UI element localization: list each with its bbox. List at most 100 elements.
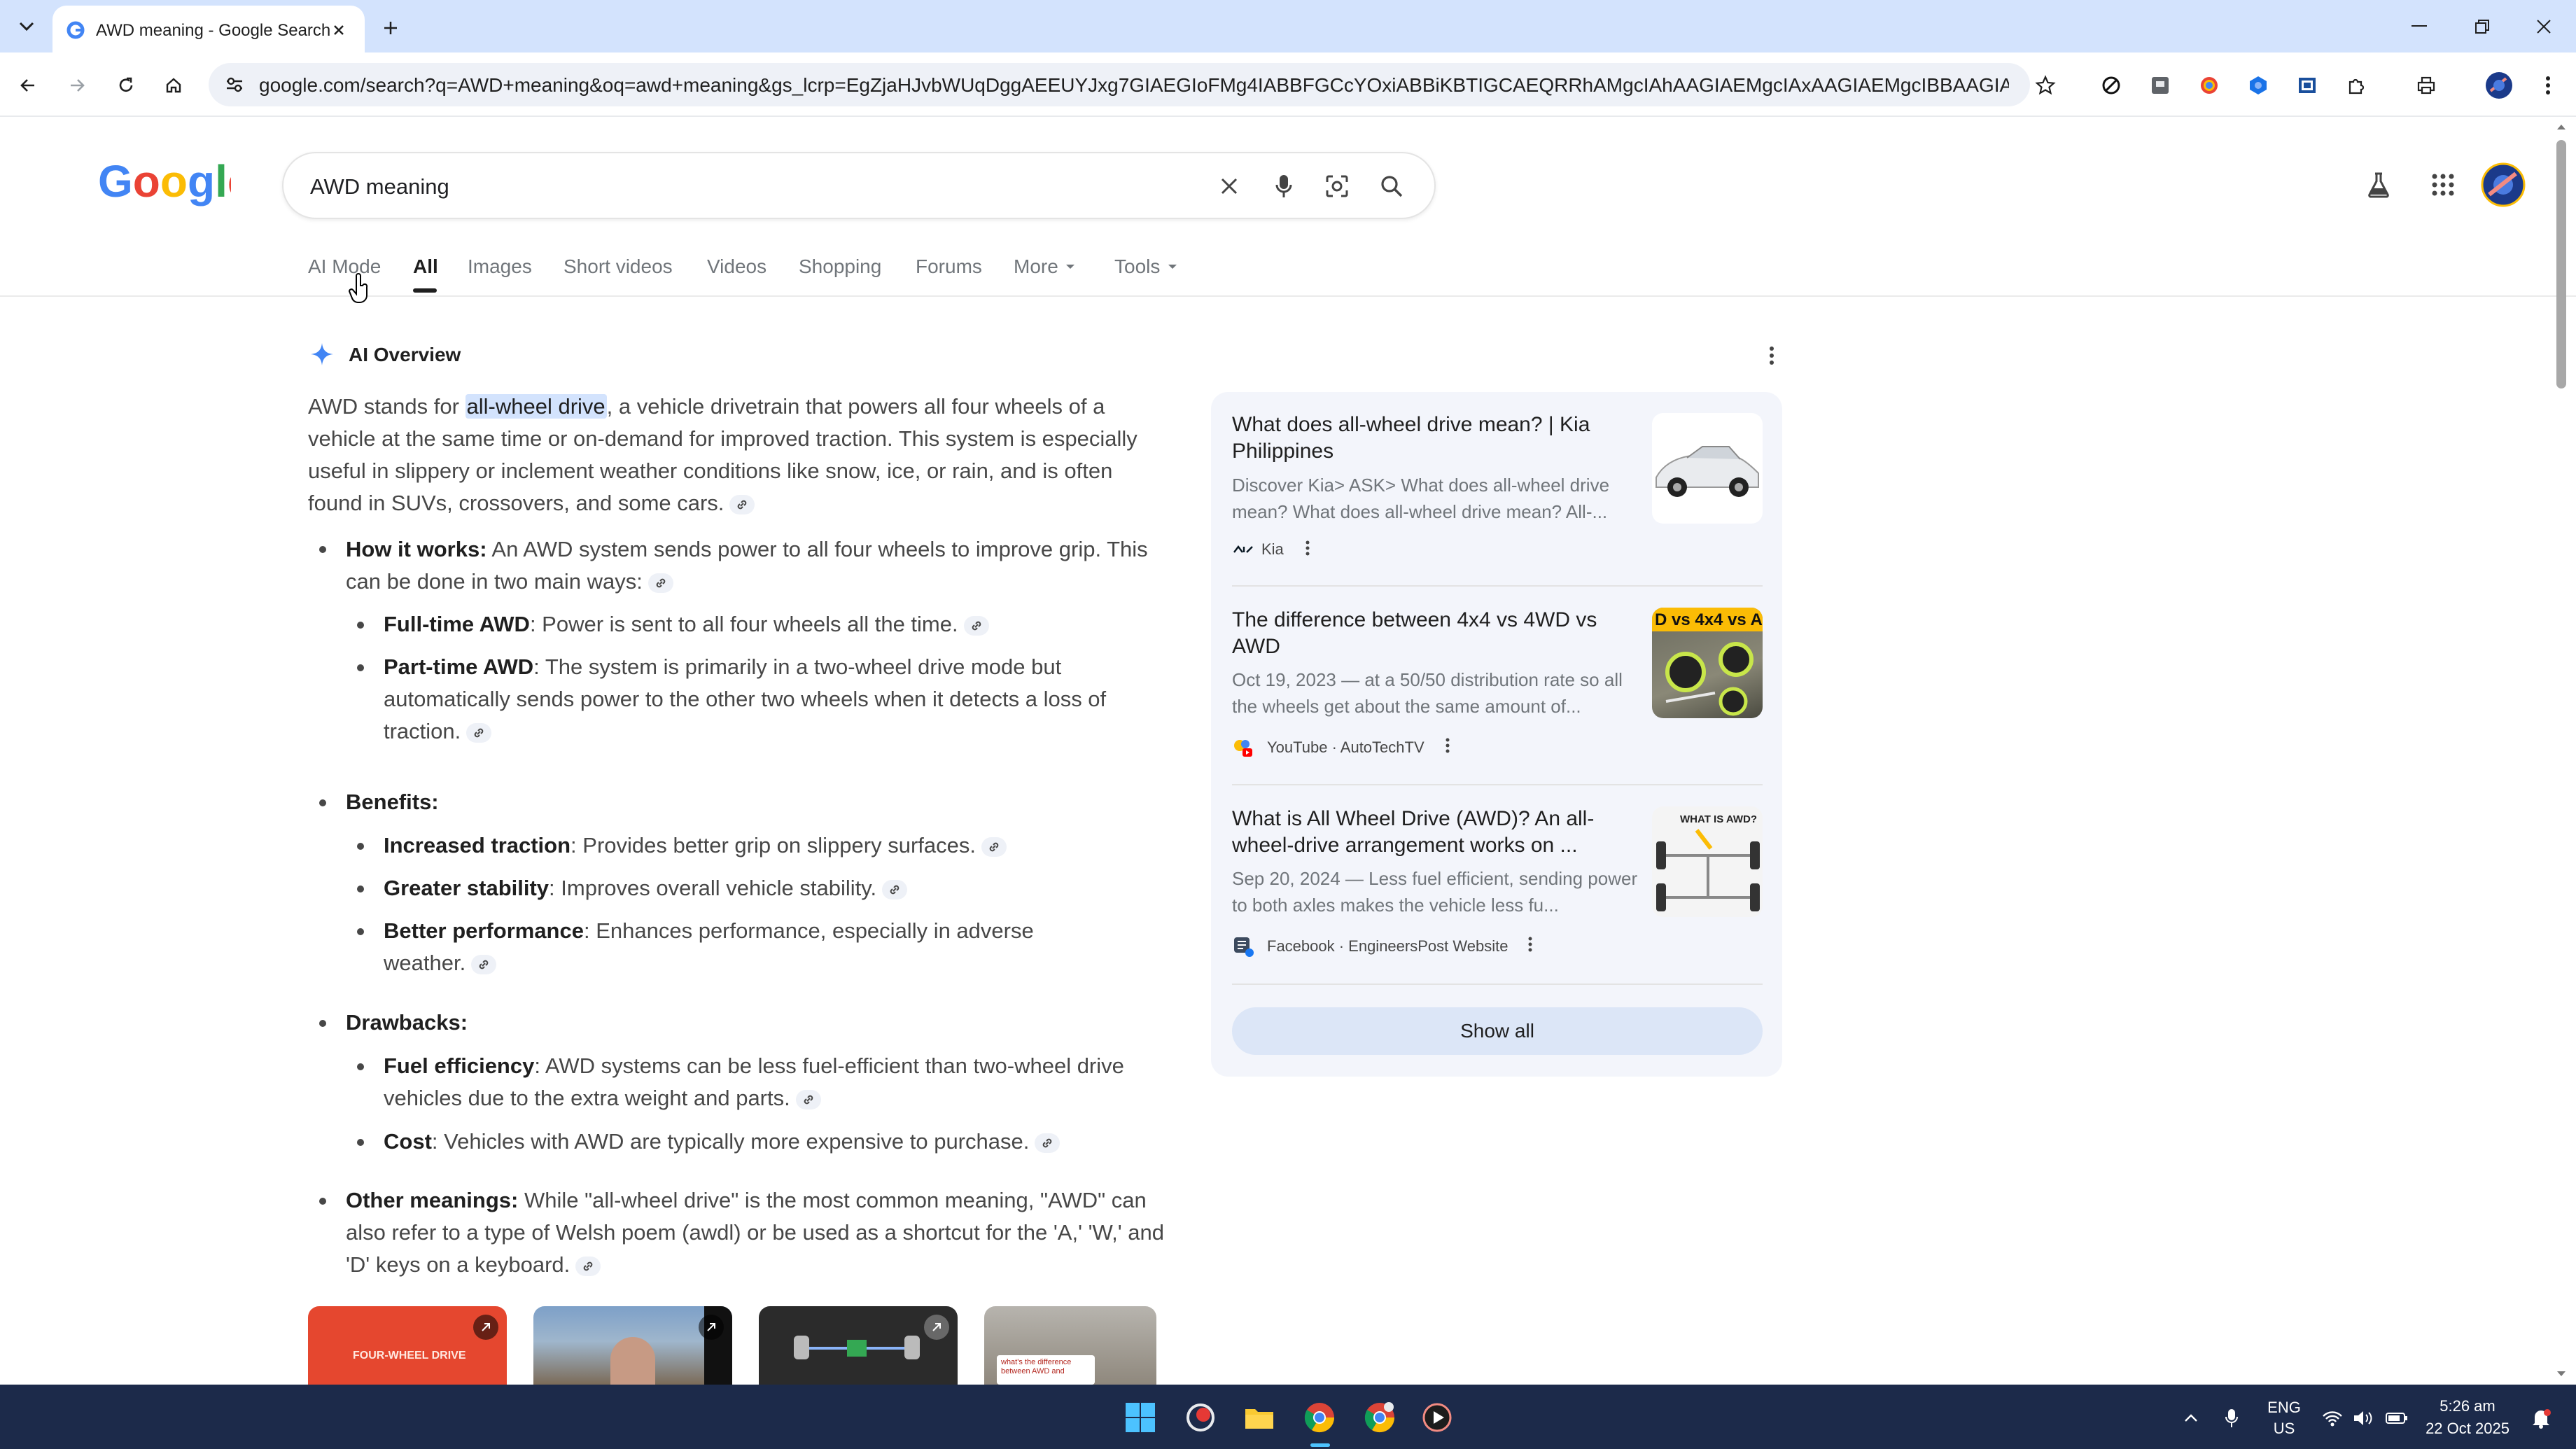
language-indicator-top[interactable]: ENG bbox=[2267, 1399, 2302, 1417]
close-tab-icon[interactable] bbox=[327, 18, 351, 42]
source-2-more-icon[interactable] bbox=[1439, 734, 1456, 757]
source-link-icon[interactable] bbox=[963, 615, 989, 636]
extension-color-icon[interactable] bbox=[2194, 70, 2225, 101]
tab-videos[interactable]: Videos bbox=[707, 255, 766, 278]
account-avatar-icon[interactable] bbox=[2481, 162, 2526, 207]
new-tab-icon[interactable] bbox=[377, 14, 405, 42]
show-all-button[interactable]: Show all bbox=[1232, 1007, 1763, 1055]
home-icon[interactable] bbox=[158, 70, 189, 101]
source-3-title[interactable]: What is All Wheel Drive (AWD)? An all-wh… bbox=[1232, 806, 1638, 859]
close-window-icon[interactable] bbox=[2530, 13, 2558, 41]
chrome-taskbar-icon[interactable] bbox=[1301, 1399, 1338, 1436]
print-icon[interactable] bbox=[2411, 70, 2442, 101]
lens-search-icon[interactable] bbox=[1321, 170, 1353, 202]
url-text[interactable]: google.com/search?q=AWD+meaning&oq=awd+m… bbox=[259, 74, 2009, 97]
wifi-icon[interactable] bbox=[2320, 1406, 2345, 1431]
media-player-icon[interactable] bbox=[1420, 1400, 1455, 1435]
source-3-more-icon[interactable] bbox=[1522, 932, 1539, 956]
video-thumbnail[interactable] bbox=[533, 1306, 732, 1385]
source-link-icon[interactable] bbox=[471, 954, 497, 974]
source-2-meta[interactable]: YouTube · AutoTechTV bbox=[1267, 738, 1424, 757]
forward-icon[interactable] bbox=[62, 70, 92, 101]
bullet bbox=[357, 928, 364, 935]
labs-flask-icon[interactable] bbox=[2362, 168, 2395, 202]
browser-menu-icon[interactable] bbox=[2534, 70, 2562, 101]
part-time-awd-item: Part-time AWD: The system is primarily i… bbox=[384, 654, 1107, 743]
voice-search-icon[interactable] bbox=[1268, 170, 1300, 202]
clock-time[interactable]: 5:26 am bbox=[2429, 1397, 2506, 1415]
ai-sparkle-icon bbox=[308, 340, 336, 368]
source-link-icon[interactable] bbox=[729, 494, 755, 514]
ai-overview-title: AI Overview bbox=[349, 344, 461, 365]
source-2-title[interactable]: The difference between 4x4 vs 4WD vs AWD bbox=[1232, 607, 1638, 660]
windows-start-icon[interactable] bbox=[1123, 1400, 1158, 1435]
notification-bell-icon[interactable] bbox=[2527, 1406, 2555, 1431]
video-thumb-text: what's the difference between AWD and bbox=[1001, 1358, 1072, 1376]
video-thumbnail[interactable]: FOUR-WHEEL DRIVE bbox=[308, 1306, 507, 1385]
source-1-meta[interactable]: Kia bbox=[1261, 540, 1284, 559]
apps-grid-icon[interactable] bbox=[2426, 168, 2460, 202]
source-link-icon[interactable] bbox=[795, 1089, 821, 1110]
source-link-icon[interactable] bbox=[981, 836, 1007, 857]
tab-images[interactable]: Images bbox=[468, 255, 532, 278]
extension-gray-icon[interactable] bbox=[2145, 70, 2176, 101]
file-explorer-icon[interactable] bbox=[1242, 1400, 1277, 1435]
source-link-icon[interactable] bbox=[882, 879, 908, 899]
restore-icon[interactable] bbox=[2468, 13, 2496, 41]
search-submit-icon[interactable] bbox=[1376, 170, 1408, 202]
profile-avatar-icon[interactable] bbox=[2482, 69, 2516, 102]
taskbar-app-red-icon[interactable] bbox=[1183, 1400, 1218, 1435]
minimize-icon[interactable] bbox=[2405, 13, 2433, 41]
back-icon[interactable] bbox=[13, 70, 43, 101]
bullet bbox=[357, 1063, 364, 1070]
search-box[interactable]: AWD meaning bbox=[282, 152, 1436, 219]
extension-blue-icon[interactable] bbox=[2243, 70, 2274, 101]
chrome-profile-taskbar-icon[interactable] bbox=[1361, 1399, 1399, 1436]
source-1-more-icon[interactable] bbox=[1299, 536, 1316, 560]
video-thumbnail[interactable] bbox=[759, 1306, 958, 1385]
source-link-icon[interactable] bbox=[1035, 1133, 1060, 1153]
tab-all[interactable]: All bbox=[413, 255, 438, 278]
tab-ai-mode[interactable]: AI Mode bbox=[308, 255, 381, 278]
address-bar[interactable]: google.com/search?q=AWD+meaning&oq=awd+m… bbox=[209, 63, 2030, 106]
extension-block-icon[interactable] bbox=[2096, 70, 2127, 101]
source-1-thumbnail[interactable] bbox=[1652, 413, 1763, 524]
source-1-title[interactable]: What does all-wheel drive mean? | Kia Ph… bbox=[1232, 412, 1638, 465]
microphone-tray-icon[interactable] bbox=[2219, 1404, 2244, 1432]
other-meanings-item: Other meanings: While "all-wheel drive" … bbox=[346, 1188, 1164, 1277]
tab-forums[interactable]: Forums bbox=[916, 255, 982, 278]
clear-search-icon[interactable] bbox=[1213, 170, 1245, 202]
extensions-puzzle-icon[interactable] bbox=[2341, 70, 2372, 101]
tab-shopping[interactable]: Shopping bbox=[799, 255, 881, 278]
site-info-icon[interactable] bbox=[224, 74, 245, 95]
source-2-thumbnail[interactable]: D vs 4x4 vs A bbox=[1652, 608, 1763, 718]
ai-overview-more-icon[interactable] bbox=[1760, 342, 1784, 370]
tab-more[interactable]: More bbox=[1014, 255, 1058, 278]
scroll-up-arrow-icon[interactable] bbox=[2555, 120, 2568, 133]
source-3-thumbnail[interactable]: WHAT IS AWD? bbox=[1652, 806, 1763, 917]
kia-logo-icon bbox=[1232, 542, 1254, 557]
tab-short-videos[interactable]: Short videos bbox=[564, 255, 673, 278]
reload-icon[interactable] bbox=[111, 70, 141, 101]
search-query-input[interactable]: AWD meaning bbox=[310, 174, 449, 200]
source-link-icon[interactable] bbox=[466, 722, 492, 743]
source-link-icon[interactable] bbox=[648, 573, 673, 593]
highlight-all-wheel-drive[interactable]: all-wheel drive bbox=[465, 394, 607, 419]
browser-tab-active[interactable]: AWD meaning - Google Search bbox=[52, 6, 365, 52]
source-link-icon[interactable] bbox=[575, 1256, 601, 1276]
clock-date[interactable]: 22 Oct 2025 bbox=[2422, 1420, 2513, 1438]
scroll-down-arrow-icon[interactable] bbox=[2555, 1368, 2568, 1380]
source-3-meta[interactable]: Facebook · EngineersPost Website bbox=[1267, 937, 1508, 955]
google-logo[interactable]: Google bbox=[98, 158, 231, 206]
show-hidden-icons-chevron-icon[interactable] bbox=[2178, 1406, 2204, 1431]
source-separator bbox=[1232, 585, 1763, 587]
language-indicator-bottom[interactable]: US bbox=[2267, 1420, 2302, 1438]
bookmark-star-icon[interactable] bbox=[2030, 70, 2061, 101]
extension-panel-icon[interactable] bbox=[2292, 70, 2323, 101]
tab-search-icon[interactable] bbox=[13, 13, 41, 41]
tab-tools[interactable]: Tools bbox=[1114, 255, 1160, 278]
page-scrollbar-thumb[interactable] bbox=[2556, 140, 2566, 388]
battery-icon[interactable] bbox=[2383, 1406, 2411, 1431]
volume-icon[interactable] bbox=[2351, 1406, 2376, 1431]
video-thumbnail[interactable]: what's the difference between AWD and bbox=[984, 1306, 1156, 1385]
